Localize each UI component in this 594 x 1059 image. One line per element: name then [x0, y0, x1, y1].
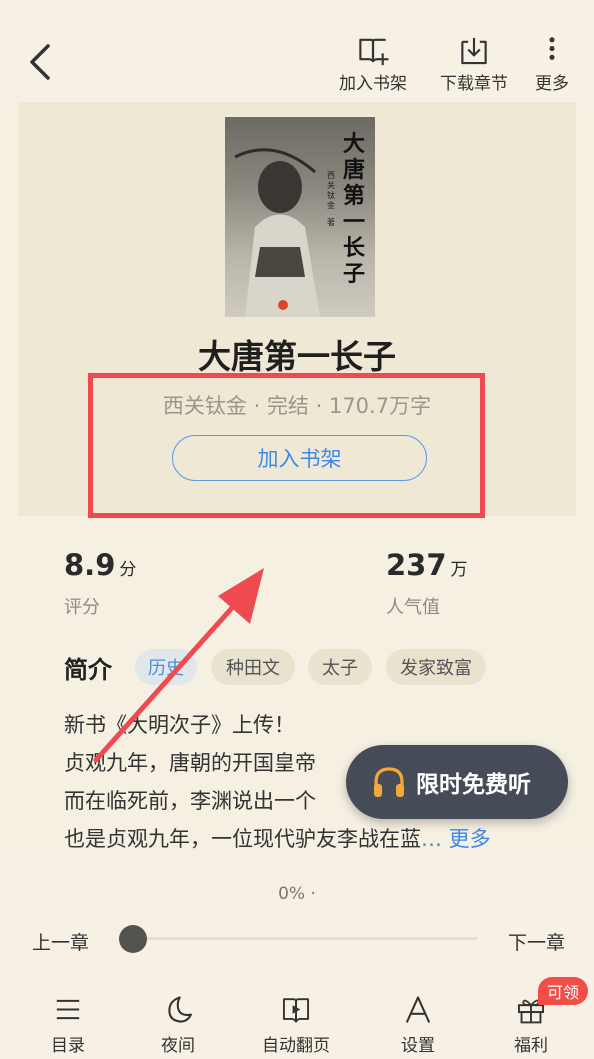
add-to-shelf-top-label: 加入书架 [339, 74, 407, 94]
top-bar: 加入书架 下载章节 更多 [0, 0, 594, 102]
progress-slider-knob[interactable] [119, 925, 147, 953]
popularity-value-group: 237 万 [386, 548, 468, 582]
cover-author-suffix: 著 [327, 218, 335, 227]
reading-progress: 0% · [278, 884, 316, 904]
progress-slider[interactable] [120, 937, 478, 940]
highlight-box [88, 373, 485, 518]
more-label: 更多 [535, 74, 569, 94]
chevron-left-icon [30, 44, 50, 80]
nav-settings-label: 设置 [401, 1036, 435, 1056]
cover-author: 西关钛金 [327, 171, 335, 210]
popularity-unit: 万 [450, 560, 468, 580]
free-listen-button[interactable]: 限时免费听 [346, 745, 568, 819]
intro-more-link[interactable]: … 更多 [421, 827, 491, 851]
nav-toc-label: 目录 [51, 1036, 85, 1056]
intro-line: 也是贞观九年，一位现代驴友李战在蓝 [64, 827, 421, 851]
intro-line-last: 也是贞观九年，一位现代驴友李战在蓝… 更多 [64, 820, 544, 858]
font-a-icon [405, 996, 431, 1023]
more-vertical-icon [549, 37, 555, 60]
auto-page-icon [282, 998, 310, 1023]
more-button[interactable]: 更多 [513, 34, 591, 94]
book-cover[interactable]: 大唐第一长子 西关钛金 著 [225, 117, 375, 317]
annotation-arrow [93, 568, 264, 763]
list-icon [56, 999, 80, 1020]
tag-get-rich[interactable]: 发家致富 [386, 649, 486, 685]
free-listen-label: 限时免费听 [416, 772, 531, 798]
book-title: 大唐第一长子 [198, 337, 396, 376]
cover-title: 大唐第一长子 [343, 131, 366, 287]
download-chapters-button[interactable]: 下载章节 [429, 34, 519, 94]
download-icon [461, 37, 487, 65]
nav-welfare-label: 福利 [514, 1036, 548, 1056]
add-to-shelf-top-button[interactable]: 加入书架 [328, 34, 418, 94]
popularity-label: 人气值 [386, 597, 440, 618]
moon-icon [168, 996, 192, 1023]
prev-chapter-button[interactable]: 上一章 [32, 928, 89, 955]
nav-settings[interactable]: 设置 [370, 994, 466, 1056]
nav-night-label: 夜间 [161, 1036, 195, 1056]
download-chapters-label: 下载章节 [440, 74, 508, 94]
nav-night[interactable]: 夜间 [130, 994, 226, 1056]
nav-toc[interactable]: 目录 [20, 994, 116, 1056]
nav-auto-page[interactable]: 自动翻页 [248, 994, 344, 1056]
back-button[interactable] [22, 40, 62, 84]
tag-prince[interactable]: 太子 [308, 649, 372, 685]
popularity-value: 237 [386, 548, 447, 582]
book-add-icon [359, 38, 389, 66]
claim-badge: 可领 [538, 977, 588, 1005]
nav-auto-page-label: 自动翻页 [262, 1036, 330, 1056]
headphones-icon [374, 767, 404, 797]
next-chapter-button[interactable]: 下一章 [508, 928, 565, 955]
